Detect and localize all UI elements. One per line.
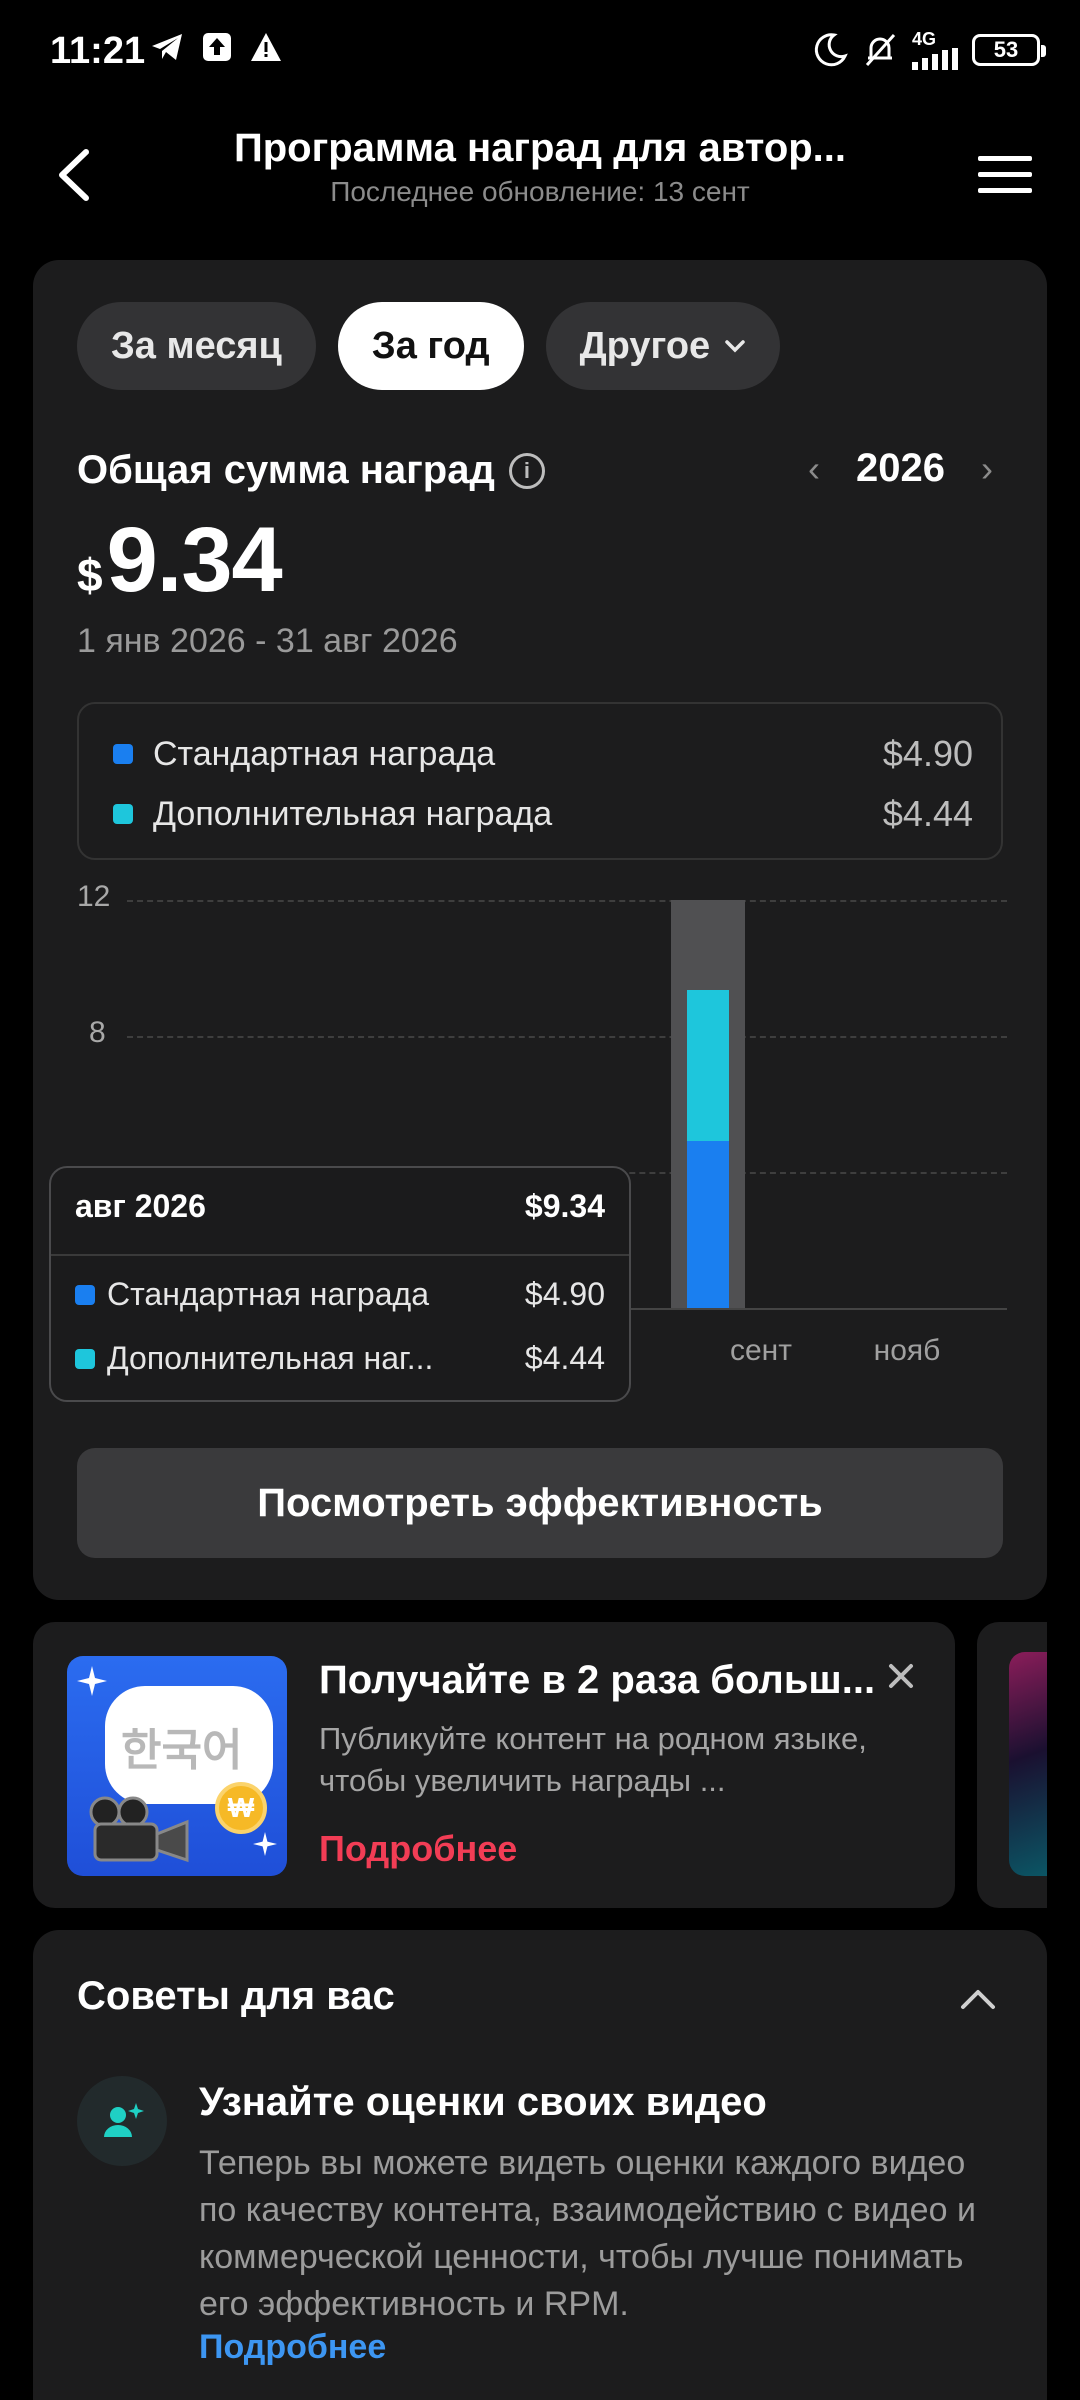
upload-icon	[203, 33, 231, 61]
top-app-bar: Программа наград для автор... Последнее …	[0, 110, 1080, 260]
promo-learn-more-link[interactable]: Подробнее	[319, 1828, 517, 1870]
selected-year: 2026	[856, 446, 945, 490]
legend-label-standard: Стандартная награда	[153, 734, 496, 773]
legend-item-standard: Стандартная награда $4.90	[113, 726, 973, 782]
tab-year[interactable]: За год	[337, 302, 524, 390]
tip-title: Узнайте оценки своих видео	[199, 2080, 767, 2124]
tab-year-label: За год	[371, 324, 490, 367]
user-sparkle-icon	[104, 2103, 144, 2137]
back-button[interactable]	[38, 140, 108, 210]
legend-item-additional: Дополнительная награда $4.44	[113, 786, 973, 842]
status-time: 11:21	[50, 30, 146, 72]
grid-line-12	[127, 900, 1007, 902]
y-tick-label-12: 12	[77, 880, 111, 913]
grid-line-8	[127, 1036, 1007, 1038]
won-coin-icon: ₩	[215, 1782, 267, 1834]
tooltip-swatch-standard	[75, 1284, 95, 1305]
legend-swatch-standard	[113, 744, 133, 764]
hamburger-menu-icon	[978, 156, 1032, 193]
chart-tooltip: авг 2026 $9.34 Стандартная награда $4.90…	[49, 1166, 631, 1402]
moon-icon	[814, 33, 848, 67]
tip-icon	[77, 2076, 167, 2166]
tips-section: Советы для вас Узнайте оценки своих виде…	[33, 1930, 1047, 2400]
chevron-up-icon	[961, 1990, 995, 2009]
status-notification-icons	[150, 32, 282, 62]
currency-symbol: $	[77, 549, 103, 601]
next-promo-image	[1009, 1652, 1047, 1876]
legend-value-standard: $4.90	[882, 733, 973, 774]
close-icon	[889, 1664, 913, 1688]
date-range: 1 янв 2026 - 31 авг 2026	[77, 622, 458, 660]
total-rewards-row: Общая сумма наград i ‹ 2026 ›	[77, 438, 1007, 508]
tab-month[interactable]: За месяц	[77, 302, 316, 390]
view-performance-button[interactable]: Посмотреть эффективность	[77, 1448, 1003, 1558]
next-year-button[interactable]: ›	[967, 448, 1007, 490]
last-updated-text: Последнее обновление: 13 сент	[330, 176, 750, 207]
tooltip-divider	[51, 1254, 629, 1256]
tooltip-header: авг 2026 $9.34	[75, 1188, 605, 1225]
x-tick-label-sep: сент	[730, 1334, 792, 1367]
tips-title: Советы для вас	[77, 1974, 395, 2018]
total-amount-value: 9.34	[106, 509, 283, 611]
y-tick-label-8: 8	[89, 1016, 106, 1049]
tooltip-value-additional: $4.44	[524, 1340, 605, 1376]
bell-muted-icon	[865, 33, 896, 67]
chevron-down-icon	[725, 340, 745, 353]
info-icon[interactable]: i	[508, 452, 545, 489]
legend-swatch-additional	[113, 804, 133, 824]
legend-value-additional: $4.44	[882, 793, 973, 834]
tip-body: Теперь вы можете видеть оценки каждого в…	[199, 2144, 976, 2323]
year-selector: ‹ 2026 ›	[794, 446, 1007, 491]
network-type: 4G	[912, 29, 937, 49]
status-system-icons: 4G 53	[812, 30, 1046, 70]
film-camera-icon	[89, 1796, 189, 1863]
sparkle-icon	[253, 1832, 277, 1856]
promo-card[interactable]: 한국어 ₩ Получайте в 2 раза больш... Публик…	[33, 1622, 955, 1908]
tooltip-label-standard: Стандартная награда	[107, 1276, 429, 1312]
tooltip-value-standard: $4.90	[524, 1276, 605, 1312]
status-bar: 11:21 4G 53	[0, 0, 1080, 110]
total-rewards-label: Общая сумма наград	[77, 448, 495, 492]
tooltip-label-additional: Дополнительная наг...	[107, 1340, 434, 1376]
previous-year-button[interactable]: ‹	[794, 448, 834, 490]
promo-close-button[interactable]	[881, 1656, 921, 1696]
menu-button[interactable]	[970, 140, 1040, 210]
tooltip-total: $9.34	[524, 1188, 605, 1224]
battery-indicator: 53	[972, 34, 1046, 66]
rewards-summary-card: За месяц За год Другое Общая сумма награ…	[33, 260, 1047, 1600]
signal-icon: 4G	[912, 30, 958, 70]
tab-month-label: За месяц	[111, 324, 282, 367]
page-title: Программа наград для автор...	[233, 126, 847, 170]
tip-learn-more-link[interactable]: Подробнее	[199, 2328, 386, 2367]
period-tabs: За месяц За год Другое	[77, 302, 781, 390]
telegram-icon	[152, 34, 182, 60]
total-amount: $ 9.34	[77, 508, 283, 613]
sparkle-icon	[77, 1666, 107, 1696]
tab-other-label: Другое	[579, 324, 711, 367]
back-arrow-icon	[59, 149, 89, 201]
tips-collapse-button[interactable]	[953, 1974, 1003, 2024]
warning-icon	[251, 33, 281, 61]
promo-title: Получайте в 2 раза больш...	[319, 1658, 876, 1702]
tooltip-row-additional: Дополнительная наг... $4.44	[75, 1340, 605, 1377]
reward-breakdown: Стандартная награда $4.90 Дополнительная…	[77, 702, 1003, 860]
language-bubble-text: 한국어	[121, 1725, 243, 1776]
next-promo-card-peek[interactable]	[977, 1622, 1047, 1908]
total-rewards-heading: Общая сумма наград i	[77, 448, 545, 493]
bar-standard-aug	[687, 1141, 729, 1308]
promo-description: Публикуйте контент на родном языке, чтоб…	[319, 1721, 867, 1798]
bar-additional-aug	[687, 990, 729, 1142]
promo-image: 한국어 ₩	[67, 1656, 287, 1876]
legend-label-additional: Дополнительная награда	[153, 794, 553, 833]
tooltip-swatch-additional	[75, 1348, 95, 1369]
tab-other-dropdown[interactable]: Другое	[545, 302, 781, 390]
x-tick-label-nov: нояб	[873, 1334, 941, 1367]
tooltip-month: авг 2026	[75, 1188, 206, 1224]
tooltip-row-standard: Стандартная награда $4.90	[75, 1276, 605, 1313]
